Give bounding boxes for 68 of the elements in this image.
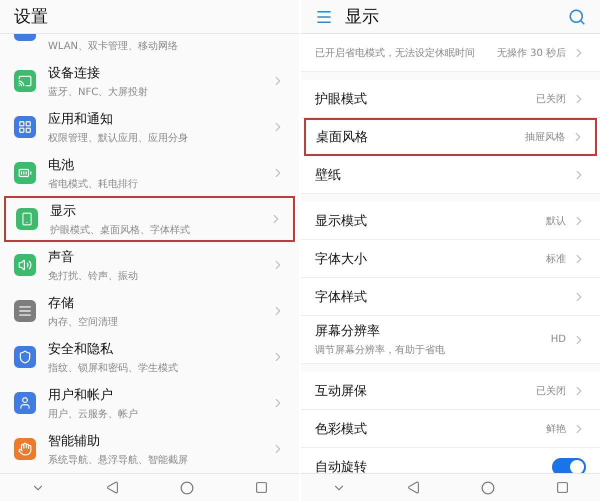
item-title: 设备连接 [48,64,101,82]
item-title: 声音 [48,248,75,266]
row-title: 字体大小 [315,250,368,268]
screen-title: 显示 [345,6,380,28]
row-title: 护眼模式 [315,90,368,108]
back-icon[interactable] [106,481,119,494]
settings-row[interactable]: 壁纸 [301,156,600,194]
toggle-switch[interactable] [552,458,586,473]
row-subtitle: 调节屏幕分辨率，有助于省电 [315,344,446,357]
settings-item[interactable]: 设备连接 蓝牙、NFC、大屏投射 [0,58,299,104]
row-value: 默认 [546,214,566,228]
settings-row[interactable]: 桌面风格 抽屉风格 [304,118,597,156]
row-title: 色彩模式 [315,420,368,438]
settings-item[interactable]: 存储 内存、空间清理 [0,288,299,334]
screen-title: 设置 [14,6,49,28]
settings-row[interactable]: 互动屏保 已关闭 [301,372,600,410]
item-subtitle: 护眼模式、桌面风格、字体样式 [50,224,191,236]
item-subtitle: 指纹、锁屏和密码、学生模式 [48,362,179,374]
settings-row[interactable]: 护眼模式 已关闭 [301,80,600,118]
row-value: 已关闭 [536,384,566,398]
item-title: 电池 [48,156,75,174]
row-subtitle: 已开启省电模式，无法设定休眠时间 [315,46,476,60]
item-subtitle: 蓝牙、NFC、大屏投射 [48,86,150,98]
search-icon[interactable] [568,8,586,26]
row-value: 无操作 30 秒后 [496,46,566,60]
row-title: 桌面风格 [316,129,369,146]
settings-item[interactable]: 声音 免打扰、铃声、振动 [0,242,299,288]
recents-icon[interactable] [255,481,268,494]
row-title: 字体样式 [315,288,368,306]
settings-row[interactable]: 字体大小 标准 [301,240,600,278]
item-subtitle: 权限管理、默认应用、应用分身 [48,132,189,144]
item-title: 智能辅助 [48,432,101,450]
item-subtitle: 免打扰、铃声、振动 [48,270,139,282]
row-value: 标准 [546,252,566,266]
home-icon[interactable] [481,480,496,494]
item-subtitle: 省电模式、耗电排行 [48,178,139,190]
row-title: 自动旋转 [315,458,368,473]
row-value: 鲜艳 [546,422,566,436]
settings-item[interactable]: 显示 护眼模式、桌面风格、字体样式 [4,196,295,242]
back-icon[interactable] [406,481,420,494]
settings-row[interactable]: 显示模式 默认 [301,202,600,240]
row-value: 已关闭 [536,92,566,106]
settings-row[interactable]: 屏幕分辨率 调节屏幕分辨率，有助于省电 HD [301,316,600,364]
settings-item[interactable]: 安全和隐私 指纹、锁屏和密码、学生模式 [0,334,299,380]
row-value: 抽屉风格 [525,130,565,144]
item-subtitle: WLAN、双卡管理、移动网络 [48,40,180,53]
item-subtitle: 内存、空间清理 [48,316,119,328]
row-value: HD [550,334,566,345]
item-subtitle: 用户、云服务、帐户 [48,408,139,420]
item-title: 存储 [48,294,75,312]
row-title: 屏幕分辨率 [315,323,381,340]
item-title: 应用和通知 [48,110,114,128]
item-title: 安全和隐私 [48,340,114,358]
settings-item[interactable]: 用户和帐户 用户、云服务、帐户 [0,380,299,426]
item-title: 用户和帐户 [48,386,114,404]
row-title: 互动屏保 [315,382,368,400]
row-title: 显示模式 [315,212,368,230]
settings-item[interactable]: 电池 省电模式、耗电排行 [0,150,299,196]
settings-item[interactable]: 应用和通知 权限管理、默认应用、应用分身 [0,104,299,150]
home-icon[interactable] [180,480,194,494]
settings-item[interactable]: 智能辅助 系统导航、悬浮导航、智能截屏 [0,426,299,472]
row-title: 壁纸 [315,166,342,184]
item-title: 显示 [50,202,77,220]
item-subtitle: 系统导航、悬浮导航、智能截屏 [48,454,189,466]
settings-row[interactable]: 字体样式 [301,278,600,316]
recents-icon[interactable] [556,481,570,494]
settings-row[interactable]: 色彩模式 鲜艳 [301,410,600,448]
settings-row[interactable]: 已开启省电模式，无法设定休眠时间 无操作 30 秒后 [301,34,600,72]
